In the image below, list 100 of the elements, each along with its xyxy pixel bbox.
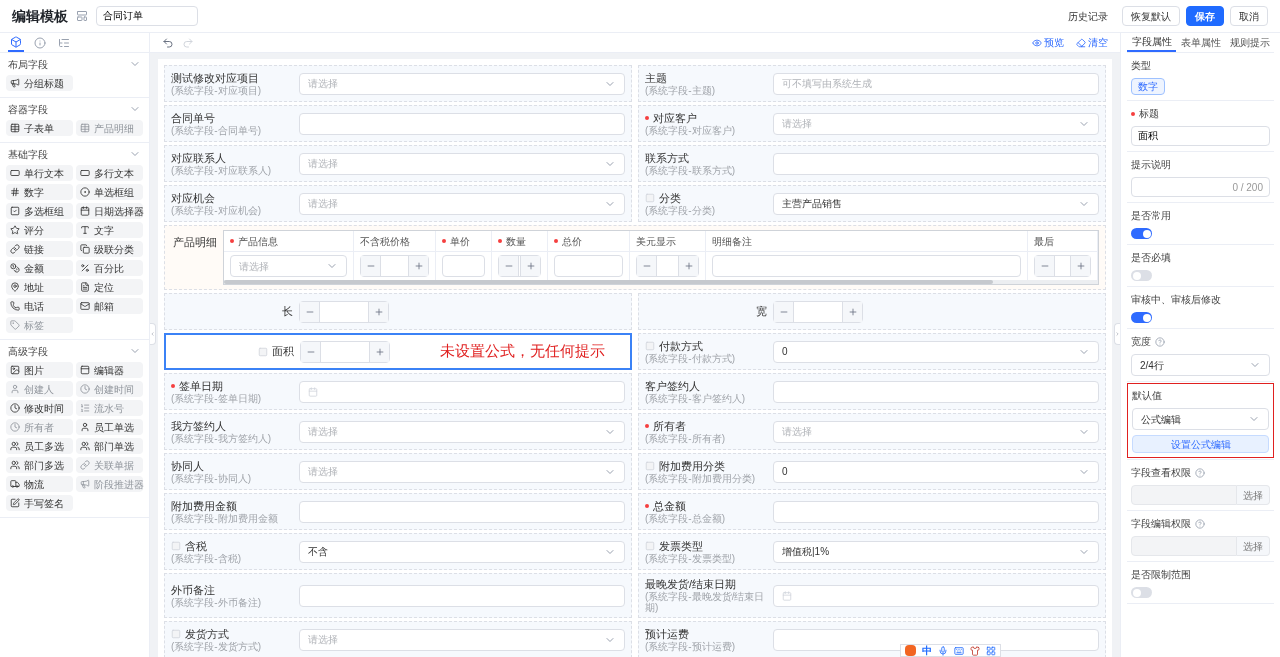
header-button[interactable]: 恢复默认 (1122, 6, 1180, 26)
field-type-item[interactable]: 子表单 (6, 120, 73, 136)
field-card[interactable]: 对应机会 (系统字段-对应机会) 请选择 (164, 185, 632, 222)
scrollbar[interactable] (224, 280, 1098, 284)
field-card[interactable]: 长 (164, 293, 632, 330)
field-type-item[interactable]: 级联分类 (76, 241, 143, 257)
decrement-button[interactable] (499, 256, 519, 276)
field-card[interactable]: 联系方式 (系统字段-联系方式) (638, 145, 1106, 182)
toggle-switch[interactable] (1131, 228, 1152, 239)
select-field[interactable]: 2/4行 (1131, 354, 1270, 376)
date-field[interactable] (773, 584, 1099, 607)
preview-button[interactable]: 预览 (1032, 35, 1064, 50)
field-card[interactable]: 附加费用金额 (系统字段-附加费用金额 (164, 493, 632, 530)
choose-button[interactable]: 选择 (1237, 536, 1270, 556)
field-type-item[interactable]: 分组标题 (6, 75, 73, 91)
decrement-button[interactable] (301, 341, 321, 362)
field-card[interactable]: 外币备注 (系统字段-外币备注) (164, 573, 632, 618)
number-stepper[interactable] (1034, 255, 1091, 277)
field-card[interactable]: 最晚发货/结束日期 (系统字段-最晚发货/结束日期) (638, 573, 1106, 618)
field-card[interactable]: 主题 (系统字段-主题) 可不填写由系统生成 (638, 65, 1106, 102)
toggle-switch[interactable] (1131, 270, 1152, 281)
input-field[interactable] (299, 112, 625, 135)
increment-button[interactable] (678, 256, 698, 276)
decrement-button[interactable] (774, 301, 794, 322)
increment-button[interactable] (842, 301, 862, 322)
increment-button[interactable] (520, 256, 540, 276)
field-type-item[interactable]: 物流 (6, 476, 73, 492)
field-card[interactable]: 宽 (638, 293, 1106, 330)
field-type-item[interactable]: 链接 (6, 241, 73, 257)
date-field[interactable] (299, 380, 625, 403)
select-field[interactable]: 0 (773, 460, 1099, 483)
field-card[interactable]: 所有者 (系统字段-所有者) 请选择 (638, 413, 1106, 450)
input-field[interactable] (1131, 536, 1237, 556)
field-card[interactable]: 产品明细 产品信息 不含税价格 单价 数量 总价 美元显示 明细备注 最后 请选择 (164, 225, 1106, 290)
increment-button[interactable] (369, 341, 389, 362)
field-type-item[interactable]: 图片 (6, 362, 73, 378)
ime-toolbar[interactable]: 中 (900, 644, 1001, 657)
number-stepper[interactable] (773, 300, 863, 323)
increment-button[interactable] (1070, 256, 1090, 276)
field-type-item[interactable]: 部门单选 (76, 438, 143, 454)
field-type-item[interactable]: 百分比 (76, 260, 143, 276)
field-card[interactable]: 分类 (系统字段-分类) 主营产品销售 (638, 185, 1106, 222)
field-card[interactable]: 测试修改对应项目 (系统字段-对应项目) 请选择 (164, 65, 632, 102)
select-field[interactable]: 主营产品销售 (773, 192, 1099, 215)
number-stepper[interactable] (360, 255, 429, 277)
toggle-switch[interactable] (1131, 587, 1152, 598)
field-type-item[interactable]: 单选框组 (76, 184, 143, 200)
field-type-item[interactable]: 文字 (76, 222, 143, 238)
field-card[interactable]: 发货方式 (系统字段-发货方式) 请选择 (164, 621, 632, 657)
field-card[interactable]: 对应客户 (系统字段-对应客户) 请选择 (638, 105, 1106, 142)
help-icon[interactable] (1195, 518, 1205, 529)
template-name-field[interactable]: 合同订单 (96, 6, 198, 26)
field-card[interactable]: 发票类型 (系统字段-发票类型) 增值税|1% (638, 533, 1106, 570)
number-stepper[interactable] (498, 255, 541, 277)
field-type-item[interactable]: 多行文本 (76, 165, 143, 181)
field-type-item[interactable]: 部门多选 (6, 457, 73, 473)
input-field[interactable]: 面积 (1131, 126, 1270, 146)
field-type-item[interactable]: 定位 (76, 279, 143, 295)
formula-button[interactable]: 设置公式编辑 (1132, 435, 1269, 453)
field-type-item[interactable]: 编辑器 (76, 362, 143, 378)
sidebar-tab[interactable] (32, 34, 48, 52)
sidebar-tab[interactable] (8, 34, 24, 52)
increment-button[interactable] (368, 301, 388, 322)
select-field[interactable]: 不含 (299, 540, 625, 563)
toggle-switch[interactable] (1131, 312, 1152, 323)
input-field[interactable] (299, 500, 625, 523)
collapse-handle[interactable] (150, 323, 156, 345)
input-field[interactable] (554, 255, 623, 277)
field-type-item[interactable]: 地址 (6, 279, 73, 295)
input-field[interactable] (299, 584, 625, 607)
number-stepper[interactable] (300, 340, 390, 363)
field-card[interactable]: 对应联系人 (系统字段-对应联系人) 请选择 (164, 145, 632, 182)
field-card[interactable]: 附加费用分类 (系统字段-附加费用分类) 0 (638, 453, 1106, 490)
field-card[interactable]: 合同单号 (系统字段-合同单号) (164, 105, 632, 142)
select-field[interactable]: 0 (773, 340, 1099, 363)
redo-icon[interactable] (182, 36, 194, 49)
field-card[interactable]: 面积 未设置公式，无任何提示 (164, 333, 632, 370)
panel-tab[interactable]: 表单属性 (1176, 33, 1225, 52)
select-field[interactable]: 公式编辑 (1132, 408, 1269, 430)
field-type-item[interactable]: 评分 (6, 222, 73, 238)
input-field[interactable] (712, 255, 1021, 277)
field-type-item[interactable]: 员工多选 (6, 438, 73, 454)
panel-tab[interactable]: 规则提示 (1225, 33, 1274, 52)
collapse-handle[interactable] (1114, 323, 1120, 345)
field-type-item[interactable]: 多选框组 (6, 203, 73, 219)
layout-icon[interactable] (76, 10, 88, 22)
select-field[interactable]: 增值税|1% (773, 540, 1099, 563)
help-icon[interactable] (1155, 336, 1165, 347)
input-field[interactable] (442, 255, 485, 277)
field-card[interactable]: 含税 (系统字段-含税) 不含 (164, 533, 632, 570)
field-type-item[interactable]: 金额 (6, 260, 73, 276)
field-type-item[interactable]: 数字 (6, 184, 73, 200)
clear-button[interactable]: 清空 (1076, 35, 1108, 50)
history-link[interactable]: 历史记录 (1060, 6, 1116, 26)
field-type-item[interactable]: 日期选择器 (76, 203, 143, 219)
number-stepper[interactable] (299, 300, 389, 323)
field-type-item[interactable]: 邮箱 (76, 298, 143, 314)
field-card[interactable]: 付款方式 (系统字段-付款方式) 0 (638, 333, 1106, 370)
decrement-button[interactable] (1035, 256, 1055, 276)
input-field[interactable] (773, 500, 1099, 523)
